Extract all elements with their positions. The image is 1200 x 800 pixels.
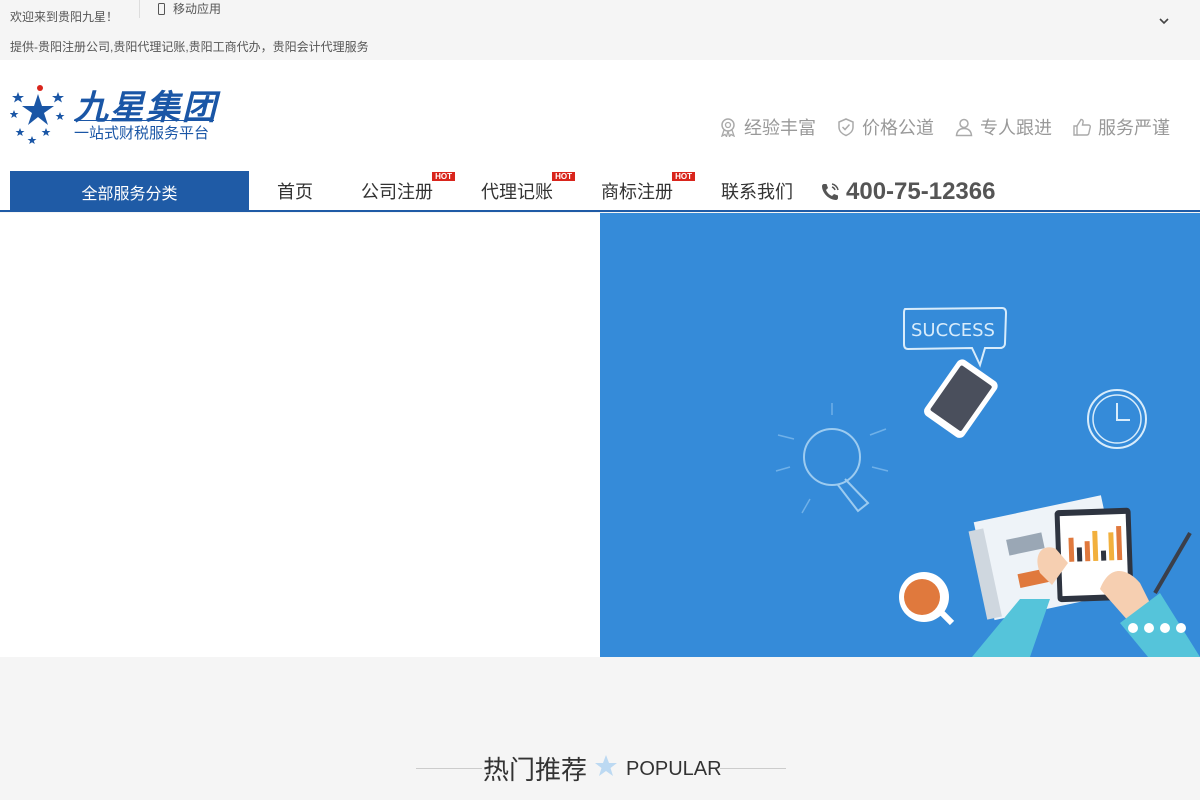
hot-badge: HOT: [552, 172, 575, 181]
nav-item-contact[interactable]: 联系我们: [721, 171, 793, 210]
popular-title: 热门推荐: [483, 755, 588, 785]
site-tagline: 提供-贵阳注册公司,贵阳代理记账,贵阳工商代办，贵阳会计代理服务: [10, 40, 369, 54]
hotline-number: 400-75-12366: [846, 178, 996, 205]
feature-label: 价格公道: [862, 118, 934, 138]
mobile-app-link[interactable]: 移动应用: [158, 0, 221, 17]
bubble-text: SUCCESS: [911, 320, 995, 341]
phone-icon: [158, 2, 165, 15]
heading-line-right: [720, 768, 786, 769]
carousel-dot[interactable]: [1144, 623, 1154, 633]
hot-badge: HOT: [672, 172, 695, 181]
hot-badge: HOT: [432, 172, 455, 181]
carousel-dot[interactable]: [1160, 623, 1170, 633]
award-icon: [720, 118, 736, 137]
nav-item-label: 代理记账: [481, 181, 553, 202]
carousel-dot[interactable]: [1176, 623, 1186, 633]
logo-divider: [74, 120, 214, 121]
popular-section-heading: 热门推荐 POPULAR: [416, 748, 786, 788]
feature-list: 经验丰富 价格公道 专人跟进 服务严谨: [718, 114, 1170, 140]
feature-rigorous: 服务严谨: [1072, 114, 1170, 140]
feature-label: 专人跟进: [980, 118, 1052, 138]
nav-item-home[interactable]: 首页: [277, 171, 313, 210]
welcome-text: 欢迎来到贵阳九星！: [10, 10, 119, 24]
banner-left-panel: [0, 213, 600, 657]
hotline[interactable]: 400-75-12366: [820, 171, 995, 213]
banner-illustration: SUCCESS: [775, 306, 1200, 657]
nav-item-bookkeeping[interactable]: 代理记账 HOT: [481, 171, 575, 210]
feature-experience: 经验丰富: [718, 114, 816, 140]
shield-check-icon: [838, 118, 854, 137]
phone-call-icon: [822, 183, 839, 200]
nav-item-trademark[interactable]: 商标注册 HOT: [601, 171, 695, 210]
logo[interactable]: 九星集团 一站式财税服务平台: [10, 80, 220, 150]
mobile-app-label: 移动应用: [173, 2, 222, 16]
nav-item-label: 联系我们: [721, 181, 793, 202]
user-icon: [955, 118, 973, 137]
top-bar: 欢迎来到贵阳九星！ 移动应用 提供-贵阳注册公司,贵阳代理记账,贵阳工商代办，贵…: [0, 0, 1200, 60]
nav-item-company-registration[interactable]: 公司注册 HOT: [361, 171, 455, 210]
carousel-dot[interactable]: [1128, 623, 1138, 633]
nav-item-label: 首页: [277, 181, 313, 202]
chevron-down-icon[interactable]: [1157, 14, 1171, 28]
logo-subtitle: 一站式财税服务平台: [74, 125, 210, 142]
nav-item-label: 商标注册: [601, 181, 673, 202]
feature-label: 经验丰富: [744, 118, 816, 138]
heading-line-left: [416, 768, 482, 769]
carousel-dots: [1128, 623, 1186, 633]
divider: [139, 0, 140, 18]
feature-dedicated: 专人跟进: [954, 114, 1052, 140]
nav-item-label: 公司注册: [361, 181, 433, 202]
nav-underline: [0, 210, 1200, 212]
all-services-button[interactable]: 全部服务分类: [10, 171, 249, 212]
banner-carousel[interactable]: SUCCESS: [600, 213, 1200, 657]
thumbs-up-icon: [1073, 118, 1091, 136]
feature-label: 服务严谨: [1098, 118, 1170, 138]
feature-fair-price: 价格公道: [836, 114, 934, 140]
stars-logo-icon: [10, 85, 65, 144]
popular-subtitle: POPULAR: [626, 758, 722, 780]
star-icon: [595, 755, 617, 776]
